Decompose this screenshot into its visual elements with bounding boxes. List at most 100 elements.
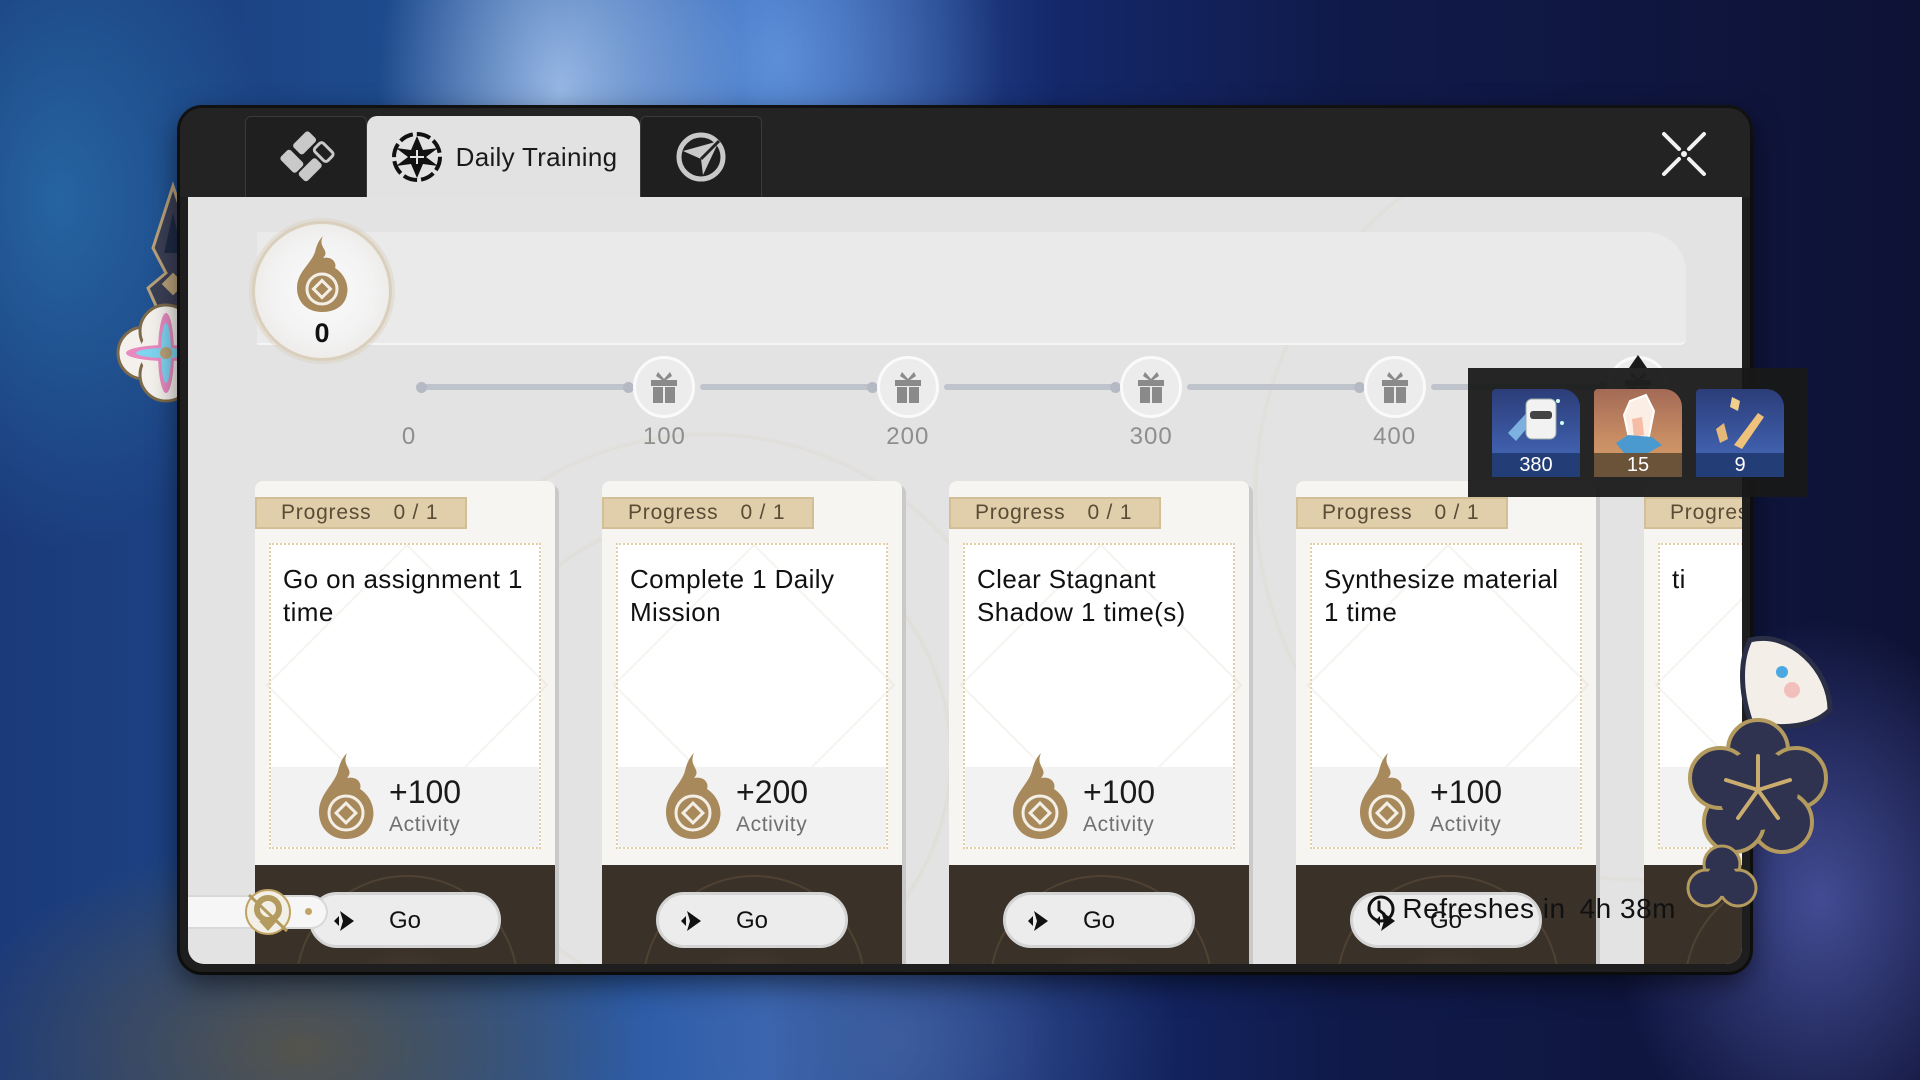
go-button[interactable]: Go [656,892,848,948]
reward-label: Activity [1083,813,1155,836]
activity-flame-icon [297,236,348,312]
reward-band [1660,767,1742,847]
reward-amount: +100 [1083,774,1156,810]
activity-flame-icon [319,753,374,839]
task-card-body: Progress0 / 1 ti [1644,481,1742,865]
daily-training-window: Daily Training 0 0 100 200 300 400 Progr… [180,108,1750,972]
activity-medal: 0 [252,221,392,361]
refresh-label: Refreshes in [1402,893,1566,924]
milestone-label: 200 [886,423,930,450]
milestone-label: 100 [642,423,686,450]
progress-badge: Progress0 / 1 [1296,497,1508,529]
gift-icon [894,372,921,403]
activity-flame-icon [1360,753,1415,839]
activity-flame-icon [666,753,721,839]
close-button[interactable] [1658,128,1710,180]
reward-item[interactable]: 9 [1696,389,1784,477]
go-button[interactable]: Go [309,892,501,948]
track-segment [421,384,629,390]
progress-label: Progress [975,501,1066,524]
tab-bar: Daily Training [180,108,1750,197]
reward-band: +100 Activity [1312,753,1580,847]
interlocking-squares-icon [280,131,335,182]
reward-quantity: 9 [1696,453,1784,477]
progress-value: 0 / 1 [393,501,439,524]
track-segment [943,384,1116,390]
progress-badge: Progress 0 / 1 [949,497,1161,529]
task-title: Synthesize material 1 time [1324,564,1559,627]
activity-track-panel [257,232,1686,345]
task-card: Progress 0 / 1 Clear Stagnant Shadow 1 tim… [949,481,1249,964]
task-title: ti [1672,564,1686,594]
task-card-body: Progress 0 / 1 Synthesize material 1 time +… [1296,481,1596,865]
tab-daily-training-label: Daily Training [455,141,618,172]
milestone-label: 0 [401,423,417,450]
reward-quantity: 15 [1594,453,1682,477]
page-indicator-dot [305,908,312,915]
tab-1[interactable] [245,116,367,197]
progress-badge: Progress0 / 1 [1644,497,1742,529]
clock-icon [1367,895,1395,923]
task-card: Progress0 / 1 ti [1644,481,1742,964]
reward-item[interactable]: 380 [1492,389,1580,477]
crystal-icon [1616,393,1662,453]
reward-amount: +100 [1430,774,1503,810]
go-button[interactable]: Go [1003,892,1195,948]
task-card: Progress 0 / 1 Synthesize material 1 time +… [1296,481,1596,964]
track-segment [700,384,872,390]
task-card-footer: Go [949,865,1249,964]
gift-icon [1138,372,1165,403]
progress-badge: Progress0 / 1 [602,497,814,529]
track-dot [416,382,427,393]
refresh-time: 4h 38m [1579,893,1676,924]
progress-label: Progress [1670,501,1742,524]
milestone-reward-400[interactable] [1363,356,1426,418]
reward-label: Activity [389,813,461,836]
track-dot [1353,382,1365,393]
task-card-footer: Go [602,865,902,964]
fragments-icon [1716,397,1764,449]
task-description-box: Clear Stagnant Shadow 1 time(s) +100 Activ… [959,543,1243,849]
progress-value: 0 / 1 [740,501,786,524]
reward-amount: +200 [736,774,809,810]
planet-emblem-icon[interactable] [243,887,293,937]
task-title: Complete 1 Daily Mission [630,564,835,627]
track-segment [1187,384,1359,390]
task-title: Go on assignment 1 time [283,564,523,627]
activity-current-value: 0 [314,318,330,348]
reward-preview-tooltip: 380 15 9 [1468,368,1808,497]
daily-training-emblem-icon [391,132,442,182]
progress-value: 0 / 1 [1087,501,1133,524]
task-card-body: Progress 0 / 1 Complete 1 Daily Mission +20… [602,481,902,865]
reward-amount: +100 [389,774,462,810]
reward-quantity: 380 [1492,453,1580,477]
task-title: Clear Stagnant Shadow 1 time(s) [977,564,1186,627]
task-description-box: Go on assignment 1 time +100 Activity [265,543,549,849]
go-button-label: Go [388,907,421,934]
reward-band: +100 Activity [965,753,1233,847]
task-description-box: Synthesize material 1 time +100 Activity [1306,543,1590,849]
milestone-label: 400 [1373,423,1417,450]
close-icon [1662,132,1706,176]
reward-band: +200 Activity [618,753,886,847]
task-card: Progress 0 / 1 Complete 1 Daily Mission +20… [602,481,902,964]
milestone-reward-300[interactable] [1120,356,1183,418]
go-button-label: Go [1082,907,1115,934]
task-description-box: Complete 1 Daily Mission +200 Activity [612,543,896,849]
exp-material-icon [1508,398,1564,441]
reward-label: Activity [1430,813,1502,836]
reward-band: +100 Activity [271,753,539,847]
activity-flame-icon [1013,753,1068,839]
compass-arrow-icon [676,132,726,182]
task-card-body: Progress 0 / 1 Go on assignment 1 time +100… [255,481,555,865]
reward-item[interactable]: 15 [1594,389,1682,477]
reward-label: Activity [736,813,808,836]
tab-3[interactable] [640,116,762,197]
milestone-reward-200[interactable] [876,356,939,418]
progress-badge: Progress 0 / 1 [255,497,467,529]
milestone-reward-100[interactable] [633,356,696,418]
go-button-label: Go [735,907,768,934]
tab-daily-training[interactable]: Daily Training [367,116,640,197]
gift-icon [651,372,678,403]
progress-label: Progress [281,501,372,524]
